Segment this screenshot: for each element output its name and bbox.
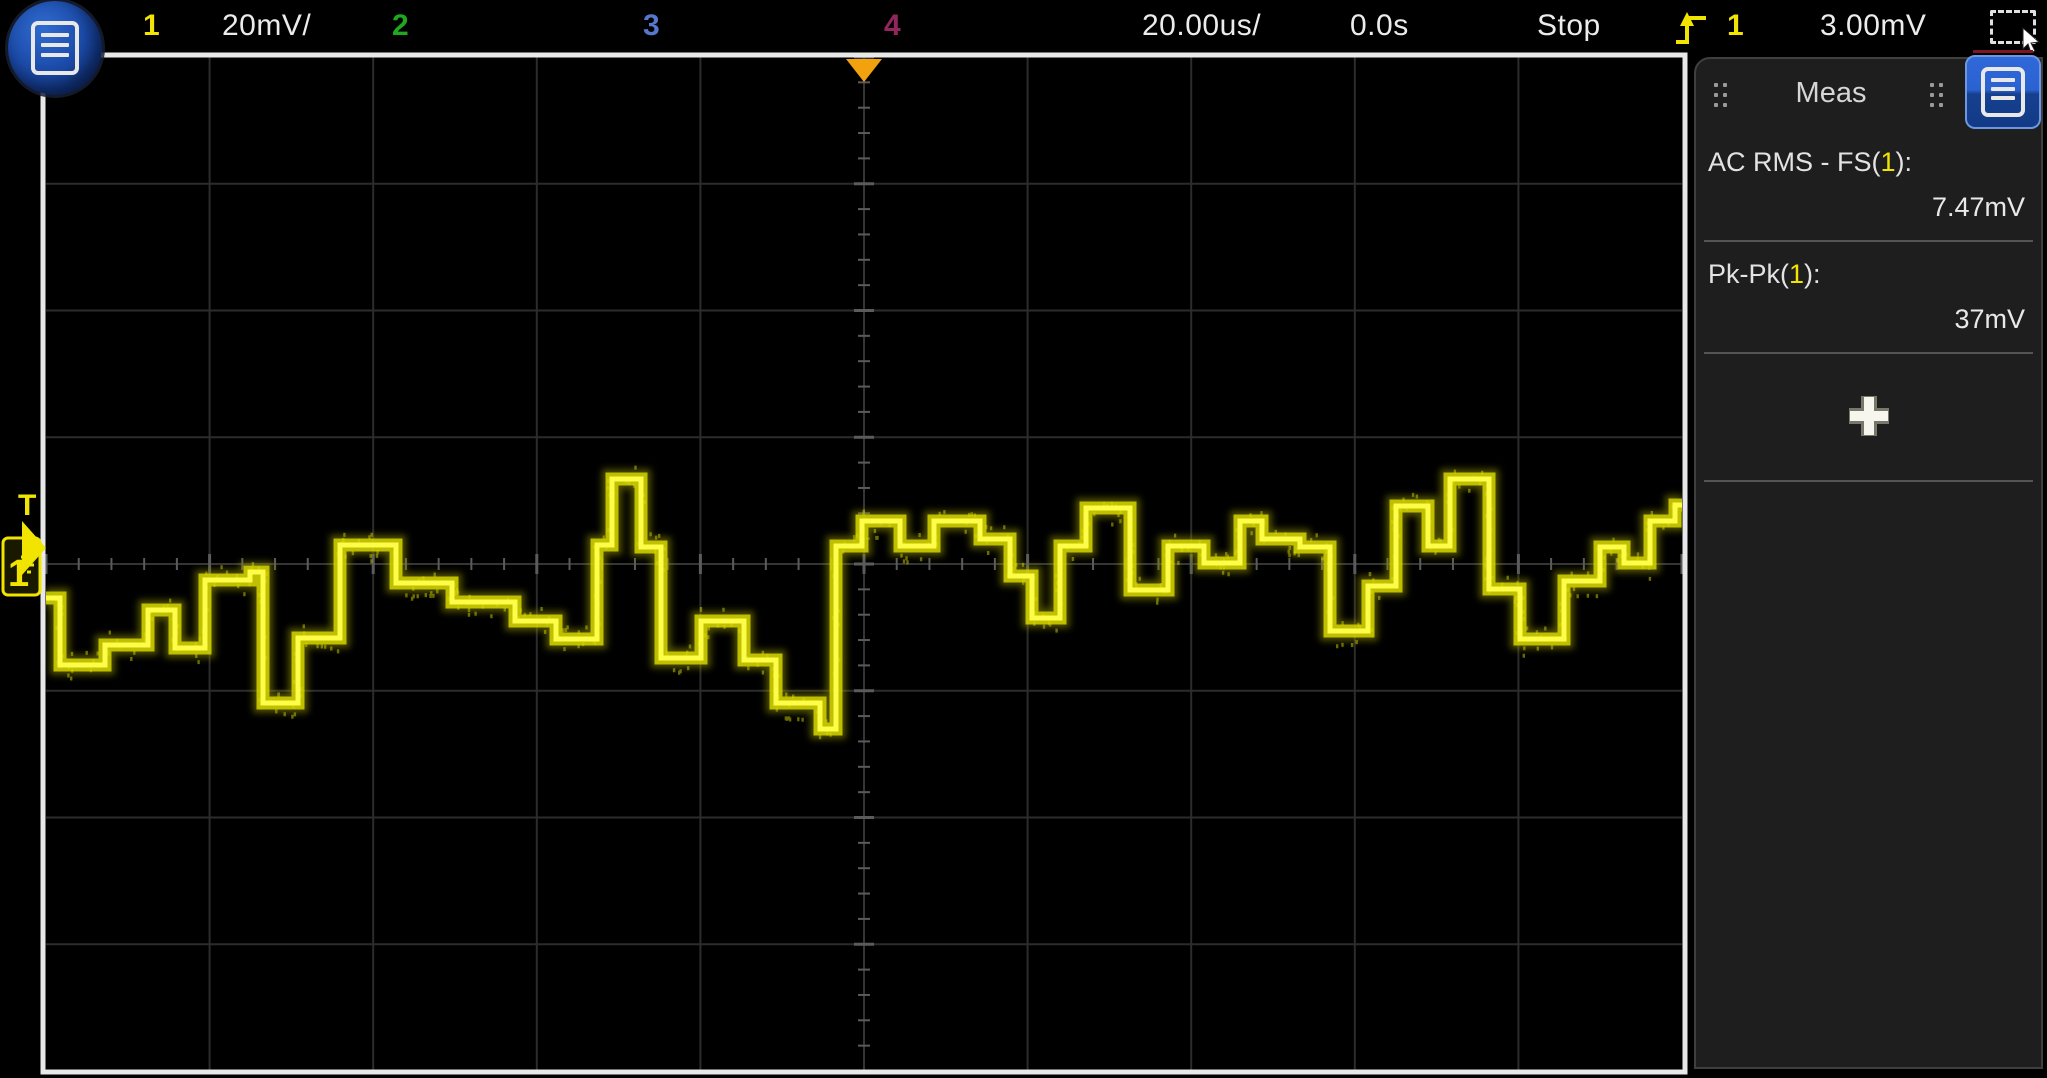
measurement-label: AC RMS - FS(1): [1708,147,2029,178]
panel-title: Meas [1696,77,1966,110]
meas-panel-header: Meas [1696,59,2041,133]
measurement-item[interactable]: AC RMS - FS(1): 7.47mV [1696,147,2041,223]
add-measurement-button[interactable] [1696,371,2041,463]
channel-1-ground-marker[interactable]: 1 [3,521,46,595]
separator [1704,480,2033,482]
separator [1704,240,2033,242]
trigger-position-marker[interactable] [846,59,882,82]
measurement-item[interactable]: Pk-Pk(1): 37mV [1696,259,2041,335]
oscilloscope-screen: 1 20mV/ 2 3 4 20.00us/ 0.0s Stop 1 3.00m… [0,0,2047,1078]
measurement-value: 37mV [1712,304,2025,335]
main-menu-button[interactable] [8,1,102,95]
drag-handle-right[interactable] [1930,83,1944,109]
menu-list-icon [31,21,79,75]
graticule [46,57,1682,1071]
meas-menu-button[interactable] [1965,55,2041,129]
meas-menu-list-icon [1981,67,2025,117]
trigger-level-marker[interactable]: T [18,489,36,522]
meas-panel: Meas AC RMS - FS(1): 7.47mV Pk-Pk(1): 37… [1694,57,2043,1069]
separator [1704,352,2033,354]
plus-icon [1846,393,1892,439]
measurement-label: Pk-Pk(1): [1708,259,2029,290]
measurement-value: 7.47mV [1712,192,2025,223]
